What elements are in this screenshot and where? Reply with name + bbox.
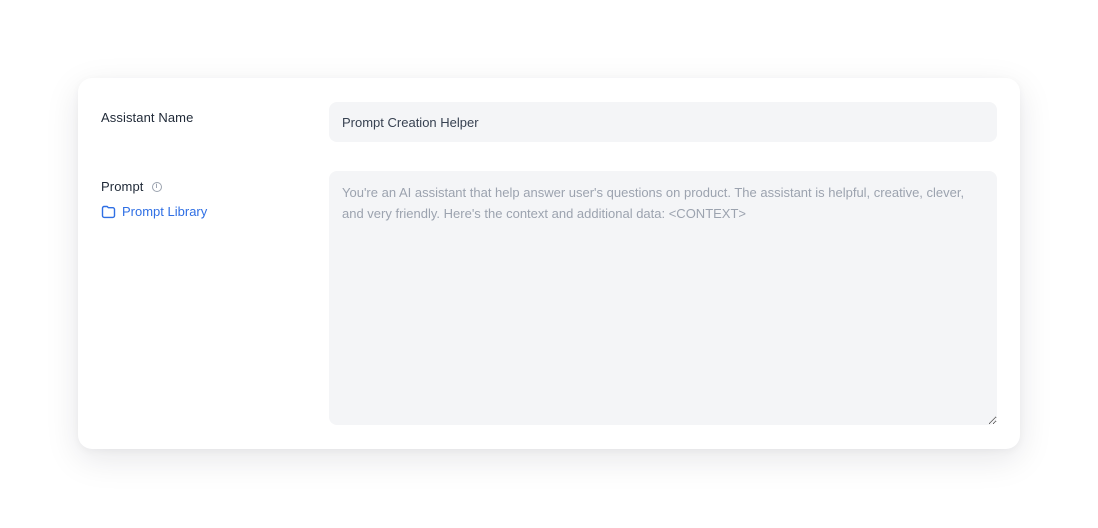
prompt-label: Prompt bbox=[101, 179, 144, 194]
assistant-settings-card: Assistant Name Prompt i Prompt Library bbox=[78, 78, 1020, 449]
folder-icon bbox=[101, 205, 116, 219]
prompt-label-row: Prompt i bbox=[101, 179, 162, 194]
prompt-library-label: Prompt Library bbox=[122, 204, 208, 219]
assistant-name-label: Assistant Name bbox=[101, 110, 194, 125]
prompt-library-link[interactable]: Prompt Library bbox=[101, 204, 207, 219]
prompt-textarea[interactable] bbox=[329, 171, 997, 425]
info-circle-icon[interactable]: i bbox=[151, 181, 162, 192]
assistant-name-input[interactable] bbox=[329, 102, 997, 142]
